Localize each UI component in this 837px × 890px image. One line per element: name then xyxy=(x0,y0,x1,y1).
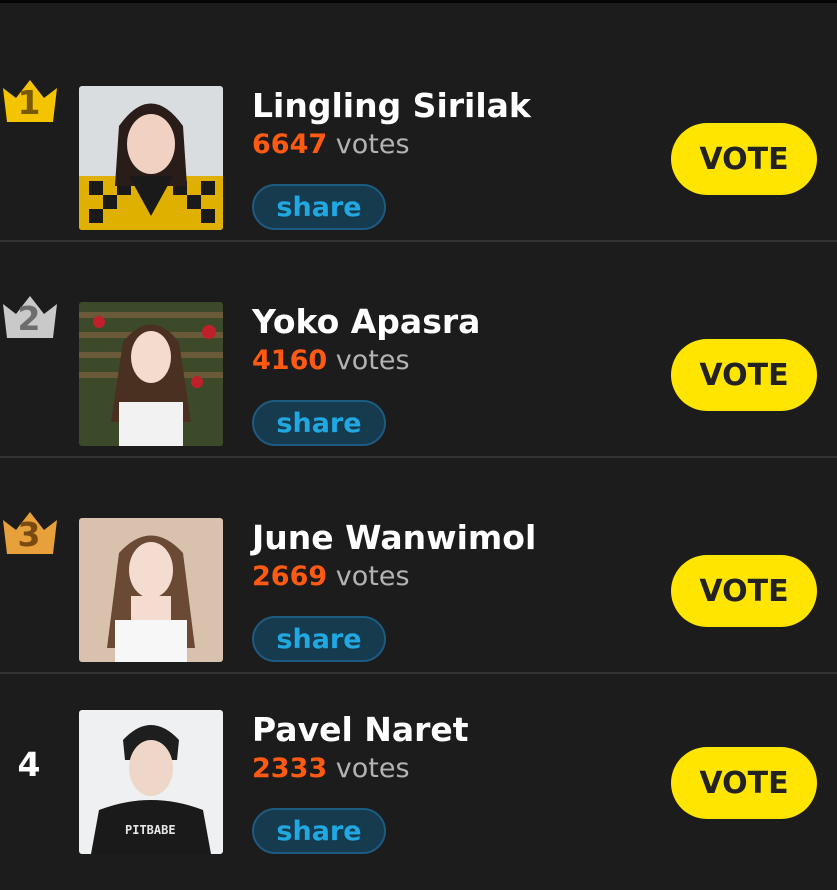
vote-count: 2333 xyxy=(252,753,328,784)
rank-number: 1 xyxy=(17,83,41,122)
votes-label: votes xyxy=(335,561,410,592)
candidate-name: Yoko Apasra xyxy=(252,302,481,341)
top-border xyxy=(0,0,837,3)
vote-count: 2669 xyxy=(252,561,328,592)
ranking-row: 4 PITBABE Pavel Naret 2333 votes share V… xyxy=(0,675,837,890)
votes-label: votes xyxy=(335,753,410,784)
svg-text:PITBABE: PITBABE xyxy=(125,823,176,837)
candidate-name: June Wanwimol xyxy=(252,518,537,557)
votes-label: votes xyxy=(335,129,410,160)
vote-tally: 4160 votes xyxy=(252,344,410,378)
avatar: PITBABE xyxy=(79,710,223,854)
share-button[interactable]: share xyxy=(252,808,386,854)
vote-tally: 2333 votes xyxy=(252,752,410,786)
share-button[interactable]: share xyxy=(252,616,386,662)
vote-button[interactable]: VOTE xyxy=(671,747,817,819)
avatar xyxy=(79,518,223,662)
vote-button[interactable]: VOTE xyxy=(671,339,817,411)
rank-badge: 3 xyxy=(0,508,60,558)
vote-count: 6647 xyxy=(252,129,328,160)
ranking-row: 3 June Wanwimol 2669 votes share VOTE xyxy=(0,459,837,674)
avatar xyxy=(79,302,223,446)
vote-count: 4160 xyxy=(252,345,328,376)
ranking-row: 2 Yoko Apasra 4160 votes share VOTE xyxy=(0,243,837,458)
vote-button[interactable]: VOTE xyxy=(671,555,817,627)
candidate-name: Lingling Sirilak xyxy=(252,86,531,125)
ranking-row: 1 Lingling Sirilak 6647 votes share VOTE xyxy=(0,27,837,242)
rank-number: 4 xyxy=(17,745,41,784)
votes-label: votes xyxy=(335,345,410,376)
share-button[interactable]: share xyxy=(252,400,386,446)
rank-badge: 1 xyxy=(0,76,60,126)
candidate-name: Pavel Naret xyxy=(252,710,469,749)
vote-button[interactable]: VOTE xyxy=(671,123,817,195)
rank-badge: 2 xyxy=(0,292,60,342)
share-button[interactable]: share xyxy=(252,184,386,230)
vote-tally: 2669 votes xyxy=(252,560,410,594)
avatar xyxy=(79,86,223,230)
rank-number: 2 xyxy=(17,299,41,338)
rank-number: 3 xyxy=(17,515,41,554)
rank-badge: 4 xyxy=(0,738,60,788)
vote-tally: 6647 votes xyxy=(252,128,410,162)
